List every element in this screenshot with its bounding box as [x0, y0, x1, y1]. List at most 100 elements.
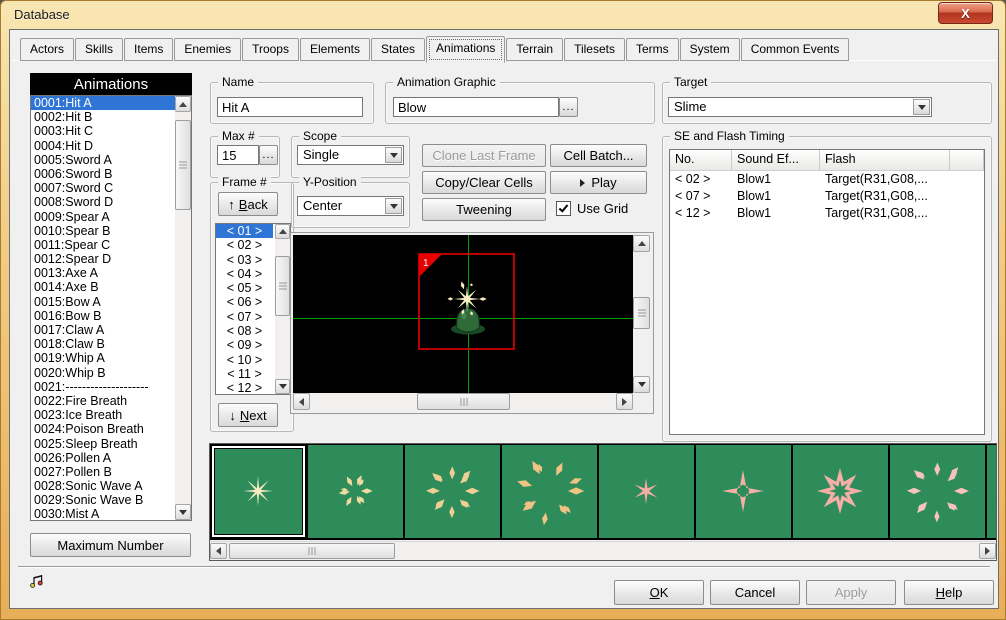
strip-cell-frame-1[interactable] — [211, 445, 306, 538]
strip-cell-frame-6[interactable] — [696, 445, 791, 538]
target-select[interactable]: Slime — [668, 97, 932, 117]
tab-elements[interactable]: Elements — [300, 38, 370, 61]
strip-cell-frame-3[interactable] — [405, 445, 500, 538]
animation-graphic-browse-button[interactable]: ... — [559, 97, 578, 117]
list-item[interactable]: 0006:Sword B — [31, 167, 175, 181]
list-item[interactable]: 0025:Sleep Breath — [31, 437, 175, 451]
list-item[interactable]: 0013:Axe A — [31, 266, 175, 280]
frame-item[interactable]: < 02 > — [216, 238, 273, 252]
play-button[interactable]: Play — [550, 171, 647, 194]
maximum-number-button[interactable]: Maximum Number — [30, 533, 191, 557]
scroll-right-icon[interactable] — [616, 393, 633, 410]
frame-item[interactable]: < 05 > — [216, 281, 273, 295]
frame-list-scrollbar[interactable] — [275, 224, 290, 394]
clone-last-frame-button[interactable]: Clone Last Frame — [422, 144, 546, 167]
frame-item[interactable]: < 11 > — [216, 367, 273, 381]
list-item[interactable]: 0018:Claw B — [31, 337, 175, 351]
scroll-right-icon[interactable] — [979, 543, 996, 559]
se-flash-row[interactable]: < 12 >Blow1Target(R31,G08,... — [670, 205, 984, 222]
scroll-left-icon[interactable] — [293, 393, 310, 410]
scroll-up-icon[interactable] — [275, 224, 290, 239]
list-item[interactable]: 0022:Fire Breath — [31, 394, 175, 408]
tab-animations[interactable]: Animations — [426, 36, 505, 63]
list-item[interactable]: 0012:Spear D — [31, 252, 175, 266]
list-item[interactable]: 0021:-------------------- — [31, 380, 175, 394]
y-position-select[interactable]: Center — [297, 196, 404, 216]
frame-back-button[interactable]: ↑ Back — [218, 192, 278, 216]
scroll-thumb[interactable] — [417, 393, 510, 410]
tab-terrain[interactable]: Terrain — [506, 38, 563, 61]
preview-h-scrollbar[interactable] — [293, 393, 633, 410]
frame-item[interactable]: < 10 > — [216, 353, 273, 367]
titlebar[interactable]: Database X — [1, 1, 1005, 29]
list-item[interactable]: 0008:Sword D — [31, 195, 175, 209]
frame-item[interactable]: < 09 > — [216, 338, 273, 352]
strip-scrollbar[interactable] — [210, 541, 996, 559]
scroll-down-icon[interactable] — [275, 379, 290, 394]
frame-item[interactable]: < 06 > — [216, 295, 273, 309]
list-item[interactable]: 0019:Whip A — [31, 351, 175, 365]
animation-listbox[interactable]: 0001:Hit A0002:Hit B0003:Hit C0004:Hit D… — [30, 95, 192, 521]
copy-clear-cells-button[interactable]: Copy/Clear Cells — [422, 171, 546, 194]
scroll-thumb[interactable] — [229, 543, 395, 559]
se-flash-table[interactable]: No.Sound Ef...Flash < 02 >Blow1Target(R3… — [669, 149, 985, 435]
apply-button[interactable]: Apply — [806, 580, 896, 605]
list-item[interactable]: 0003:Hit C — [31, 124, 175, 138]
close-button[interactable]: X — [938, 2, 993, 24]
list-item[interactable]: 0010:Spear B — [31, 224, 175, 238]
tab-skills[interactable]: Skills — [75, 38, 123, 61]
tab-enemies[interactable]: Enemies — [174, 38, 241, 61]
frame-item[interactable]: < 04 > — [216, 267, 273, 281]
max-input[interactable] — [217, 145, 259, 165]
list-item[interactable]: 0024:Poison Breath — [31, 422, 175, 436]
use-grid-checkbox[interactable]: Use Grid — [556, 201, 628, 216]
list-item[interactable]: 0001:Hit A — [31, 96, 175, 110]
chevron-down-icon[interactable] — [385, 147, 402, 163]
list-item[interactable]: 0026:Pollen A — [31, 451, 175, 465]
frame-item[interactable]: < 08 > — [216, 324, 273, 338]
strip-cell-frame-4[interactable] — [502, 445, 597, 538]
list-item[interactable]: 0005:Sword A — [31, 153, 175, 167]
list-item[interactable]: 0011:Spear C — [31, 238, 175, 252]
list-item[interactable]: 0016:Bow B — [31, 309, 175, 323]
frame-item[interactable]: < 01 > — [216, 224, 273, 238]
se-flash-row[interactable]: < 07 >Blow1Target(R31,G08,... — [670, 188, 984, 205]
preview-canvas[interactable]: 1 — [293, 235, 633, 393]
list-item[interactable]: 0023:Ice Breath — [31, 408, 175, 422]
tab-terms[interactable]: Terms — [626, 38, 679, 61]
scroll-thumb[interactable] — [275, 256, 290, 316]
list-item[interactable]: 0015:Bow A — [31, 295, 175, 309]
frame-listbox[interactable]: < 01 >< 02 >< 03 >< 04 >< 05 >< 06 >< 07… — [215, 223, 291, 395]
tab-states[interactable]: States — [371, 38, 425, 61]
list-item[interactable]: 0020:Whip B — [31, 366, 175, 380]
column-header[interactable]: Flash — [820, 150, 950, 170]
tab-items[interactable]: Items — [124, 38, 173, 61]
frame-item[interactable]: < 07 > — [216, 310, 273, 324]
list-item[interactable]: 0002:Hit B — [31, 110, 175, 124]
scroll-up-icon[interactable] — [175, 96, 191, 112]
list-item[interactable]: 0014:Axe B — [31, 280, 175, 294]
max-browse-button[interactable]: ... — [259, 145, 278, 165]
strip-cell-frame-5[interactable] — [599, 445, 694, 538]
animation-graphic-input[interactable] — [393, 97, 559, 117]
tab-common-events[interactable]: Common Events — [741, 38, 850, 61]
scroll-thumb[interactable] — [175, 120, 191, 210]
scroll-left-icon[interactable] — [210, 543, 227, 559]
list-item[interactable]: 0027:Pollen B — [31, 465, 175, 479]
list-item[interactable]: 0028:Sonic Wave A — [31, 479, 175, 493]
chevron-down-icon[interactable] — [913, 99, 930, 115]
scroll-thumb[interactable] — [633, 297, 650, 329]
tab-tilesets[interactable]: Tilesets — [564, 38, 625, 61]
list-item[interactable]: 0029:Sonic Wave B — [31, 493, 175, 507]
tab-actors[interactable]: Actors — [20, 38, 74, 61]
scroll-up-icon[interactable] — [633, 235, 650, 252]
preview-v-scrollbar[interactable] — [633, 235, 650, 393]
frame-item[interactable]: < 03 > — [216, 253, 273, 267]
cancel-button[interactable]: Cancel — [710, 580, 800, 605]
scope-select[interactable]: Single — [297, 145, 404, 165]
name-input[interactable] — [217, 97, 363, 117]
strip-cell-frame-8[interactable] — [890, 445, 985, 538]
list-item[interactable]: 0004:Hit D — [31, 139, 175, 153]
tab-troops[interactable]: Troops — [242, 38, 299, 61]
tab-system[interactable]: System — [680, 38, 740, 61]
